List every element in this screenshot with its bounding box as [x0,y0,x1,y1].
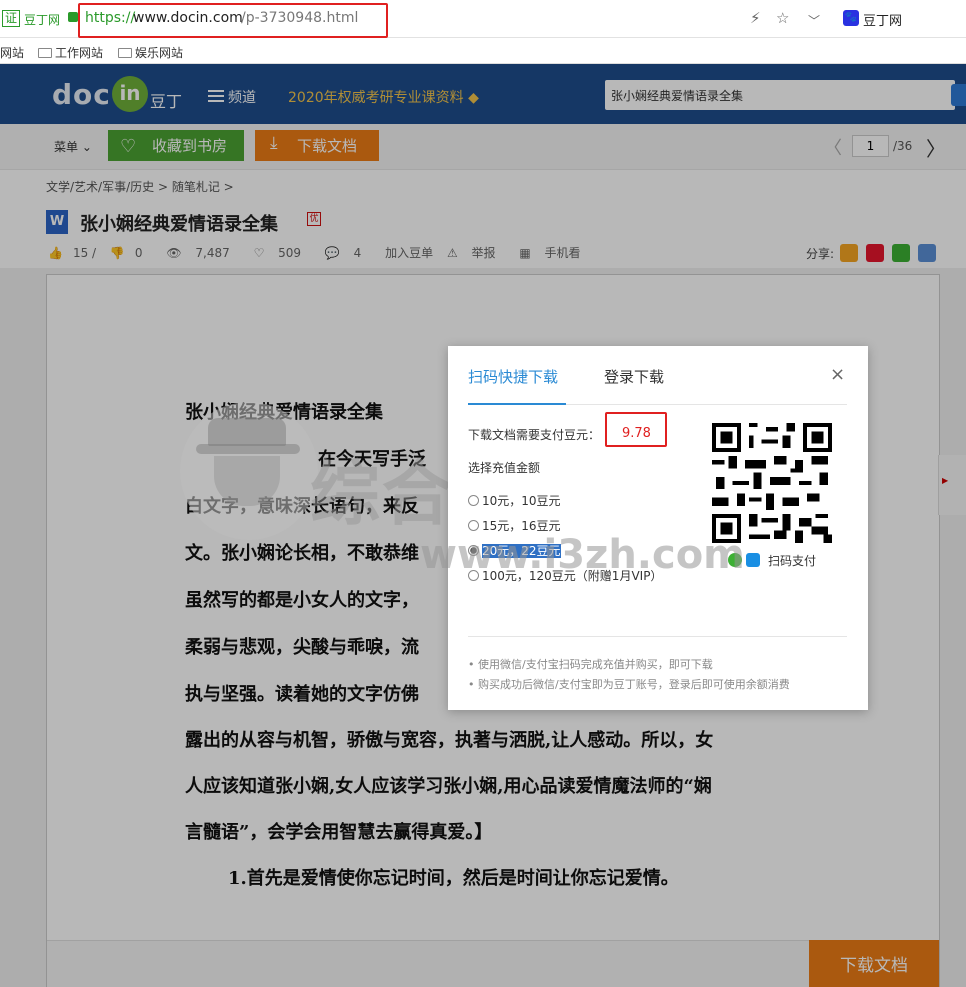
download-modal: 扫码快捷下载 登录下载 × 下载文档需要支付豆元： 9.78 选择充值金额 10… [448,346,868,710]
price-label: 下载文档需要支付豆元： [468,428,601,442]
note-line: • 购买成功后微信/支付宝即为豆丁账号，登录后即可使用余额消费 [468,678,790,691]
notes-divider [468,636,847,637]
url-scheme[interactable]: https:// [85,10,135,26]
amount-label: 选择充值金额 [468,461,541,475]
bookmarks-bar: 网站 工作网站 娱乐网站 [0,38,966,64]
search-engine-label[interactable]: 豆丁网 [863,10,902,29]
url-path[interactable]: /p-3730948.html [241,10,358,26]
radio-button[interactable] [468,520,479,531]
tab-scan-download[interactable]: 扫码快捷下载 [468,366,558,387]
watermark-hat-brim [196,444,300,454]
payment-qr-code [712,423,832,543]
amount-option-10[interactable]: 10元，10豆元 [468,492,561,509]
chevron-down-icon[interactable]: ﹀ [808,12,820,29]
folder-icon [38,48,52,58]
star-icon[interactable]: ☆ [776,9,789,27]
certificate-badge[interactable]: 证 [2,10,21,27]
radio-button[interactable] [468,495,479,506]
active-tab-indicator [468,403,566,405]
option-label: 10元，10豆元 [482,494,561,508]
close-icon[interactable]: × [830,364,845,385]
watermark-hat-icon [208,418,286,446]
lightning-icon[interactable]: ⚡ [750,9,761,27]
bookmark-folder-label: 工作网站 [55,46,104,60]
price-highlight-box [605,412,667,447]
bookmark-item[interactable]: 网站 [0,44,24,61]
watermark-url: www.i3zh.com [420,532,745,578]
url-host[interactable]: www.docin.com [133,10,243,26]
site-identity-label[interactable]: 豆丁网 [24,11,60,28]
bookmark-folder-work[interactable]: 工作网站 [38,44,103,61]
alipay-icon [746,553,760,567]
tab-login-download[interactable]: 登录下载 [604,366,664,387]
note-line: • 使用微信/支付宝扫码完成充值并购买，即可下载 [468,658,713,671]
bookmark-folder-fun[interactable]: 娱乐网站 [118,44,183,61]
bookmark-folder-label: 娱乐网站 [135,46,184,60]
folder-icon [118,48,132,58]
baidu-paw-icon[interactable]: 🐾 [843,10,859,26]
lock-icon [68,12,78,22]
pay-label: 扫码支付 [768,554,817,568]
option-label: 15元，16豆元 [482,519,561,533]
